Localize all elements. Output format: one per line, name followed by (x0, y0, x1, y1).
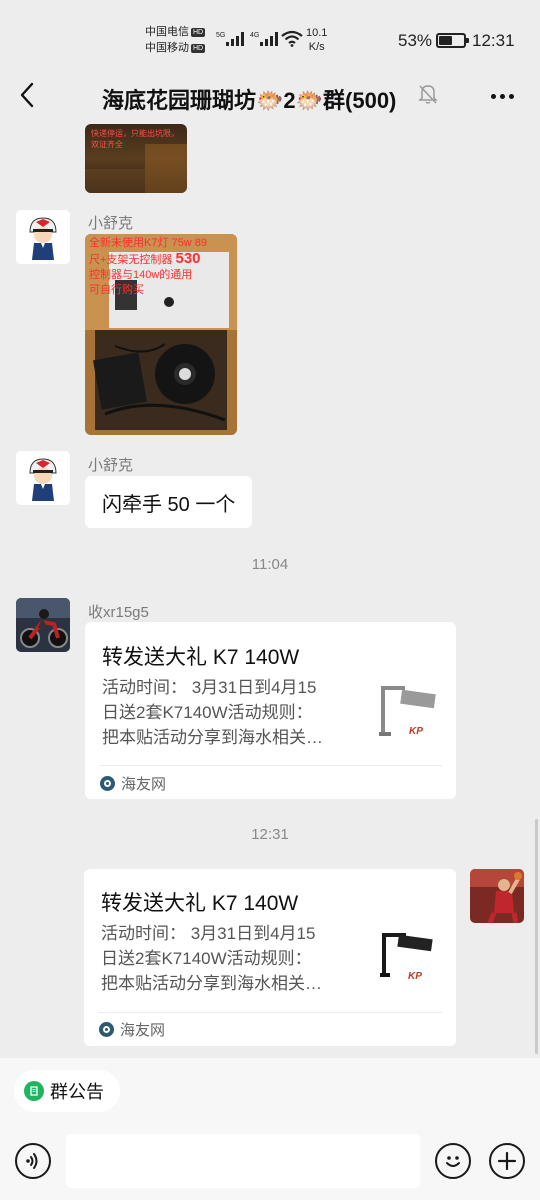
back-button[interactable] (10, 78, 44, 112)
network-speed: 10.1 K/s (306, 26, 327, 54)
signal-4g-icon: 4G (250, 32, 278, 46)
link-card-title: 转发送大礼 K7 140W (102, 646, 300, 669)
sender-name: 小舒克 (88, 457, 134, 474)
input-row (0, 1134, 540, 1192)
link-card[interactable]: 转发送大礼 K7 140W 活动时间： 3月31日到4月15 日送2套K7140… (84, 869, 456, 1046)
carrier-1: 中国电信 (145, 26, 189, 38)
chevron-left-icon (20, 82, 34, 108)
image-caption: 快递停运，只能出坑限， 双证齐全 (91, 129, 179, 149)
battery-percent: 53% (398, 31, 433, 50)
voice-icon (26, 1153, 38, 1169)
message-input[interactable] (66, 1134, 420, 1188)
status-bar: 中国电信 HD 中国移动 HD 5G 4G 10.1 K/s 53% 12:31 (0, 0, 540, 66)
link-card-description: 活动时间： 3月31日到4月15 日送2套K7140W活动规则： 把本贴活动分享… (102, 678, 323, 747)
carrier-info: 中国电信 HD 中国移动 HD (145, 24, 206, 56)
avatar[interactable] (16, 210, 70, 264)
svg-text:KP: KP (408, 971, 422, 982)
avatar[interactable] (16, 451, 70, 505)
motorcycle-avatar-icon (16, 598, 70, 652)
chat-title[interactable]: 海底花园珊瑚坊🐡2🐡群(500) (102, 83, 396, 115)
bottom-bar: 群公告 (0, 1058, 540, 1200)
net-speed-value: 10.1 (306, 27, 328, 39)
cartoon-avatar-icon (16, 210, 70, 264)
cartoon-avatar-icon (16, 451, 70, 505)
carrier-2: 中国移动 (145, 42, 189, 54)
my-avatar[interactable] (470, 869, 524, 923)
link-card-source: 海友网 (99, 1019, 165, 1040)
sender-name: 小舒克 (88, 215, 134, 232)
battery-icon (436, 33, 469, 48)
link-card-description: 活动时间： 3月31日到4月15 日送2套K7140W活动规则： 把本贴活动分享… (101, 924, 322, 993)
time-separator: 12:31 (251, 826, 289, 843)
group-announcement-button[interactable]: 群公告 (14, 1070, 120, 1112)
image-message[interactable]: 全新未使用K7灯 75w 89 尺+支架无控制器 530 控制器与140w的通用… (85, 234, 237, 435)
link-card-thumbnail: KP (375, 682, 439, 746)
link-card-title: 转发送大礼 K7 140W (101, 892, 299, 915)
voice-button[interactable] (15, 1143, 51, 1179)
sender-name: 收xr15g5 (88, 604, 149, 621)
emoji-button[interactable] (435, 1143, 471, 1179)
net-speed-unit: K/s (308, 41, 325, 53)
link-card[interactable]: 转发送大礼 K7 140W 活动时间： 3月31日到4月15 日送2套K7140… (85, 622, 456, 799)
bell-off-icon (418, 85, 438, 104)
net-5g-label: 5G (216, 32, 225, 39)
image-message[interactable]: 快递停运，只能出坑限， 双证齐全 (85, 124, 187, 193)
image-caption: 全新未使用K7灯 75w 89 尺+支架无控制器 530 控制器与140w的通用… (89, 237, 207, 296)
net-4g-label: 4G (250, 32, 259, 39)
chat-messages[interactable]: 快递停运，只能出坑限， 双证齐全 小舒克 全新未使用K7灯 75w 89 尺+支… (0, 124, 540, 1058)
plus-icon (497, 1151, 517, 1171)
text-message[interactable]: 闪牵手 50 一个 (85, 476, 253, 528)
more-button[interactable] (484, 82, 520, 110)
wifi-icon (281, 30, 303, 47)
link-card-source: 海友网 (100, 773, 166, 794)
emoji-icon (446, 1156, 460, 1167)
battery-fill (439, 36, 452, 45)
scrollbar[interactable] (535, 819, 538, 1054)
announcement-icon (24, 1081, 44, 1101)
plus-button[interactable] (489, 1143, 525, 1179)
hd-badge: HD (191, 44, 206, 53)
hd-badge: HD (191, 28, 206, 37)
title-bar: 海底花园珊瑚坊🐡2🐡群(500) (0, 66, 540, 124)
site-logo-icon (99, 1022, 114, 1037)
basketball-avatar-icon (470, 869, 524, 923)
link-card-thumbnail: KP (374, 927, 438, 991)
announcement-label: 群公告 (50, 1082, 104, 1102)
avatar[interactable] (16, 598, 70, 652)
time-separator: 11:04 (251, 556, 289, 573)
more-dots-icon (490, 93, 496, 99)
site-logo-icon (100, 776, 115, 791)
signal-5g-icon: 5G (216, 32, 244, 46)
clock: 12:31 (472, 31, 515, 50)
svg-text:KP: KP (409, 726, 423, 737)
